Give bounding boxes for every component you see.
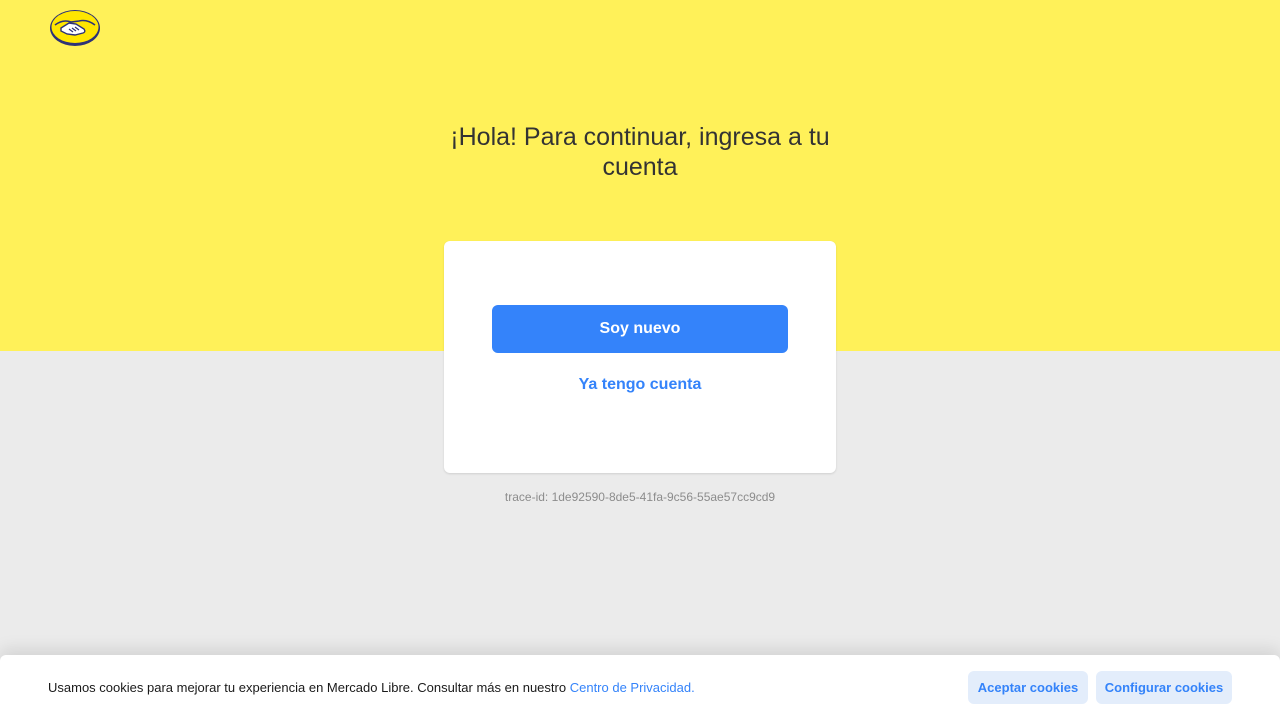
- mercadolibre-logo-icon[interactable]: [49, 9, 101, 47]
- cookie-banner: Usamos cookies para mejorar tu experienc…: [0, 655, 1280, 720]
- cookie-message: Usamos cookies para mejorar tu experienc…: [48, 680, 695, 696]
- login-choice-card: Soy nuevo Ya tengo cuenta: [444, 241, 836, 473]
- accept-cookies-button[interactable]: Aceptar cookies: [968, 671, 1088, 704]
- ya-tengo-cuenta-link[interactable]: Ya tengo cuenta: [492, 365, 788, 405]
- cookie-message-text: Usamos cookies para mejorar tu experienc…: [48, 680, 567, 695]
- configure-cookies-button[interactable]: Configurar cookies: [1096, 671, 1232, 704]
- trace-id-text: trace-id: 1de92590-8de5-41fa-9c56-55ae57…: [504, 490, 776, 504]
- privacy-center-link[interactable]: Centro de Privacidad.: [570, 680, 695, 695]
- soy-nuevo-button[interactable]: Soy nuevo: [492, 305, 788, 353]
- page-title: ¡Hola! Para continuar, ingresa a tu cuen…: [450, 123, 830, 181]
